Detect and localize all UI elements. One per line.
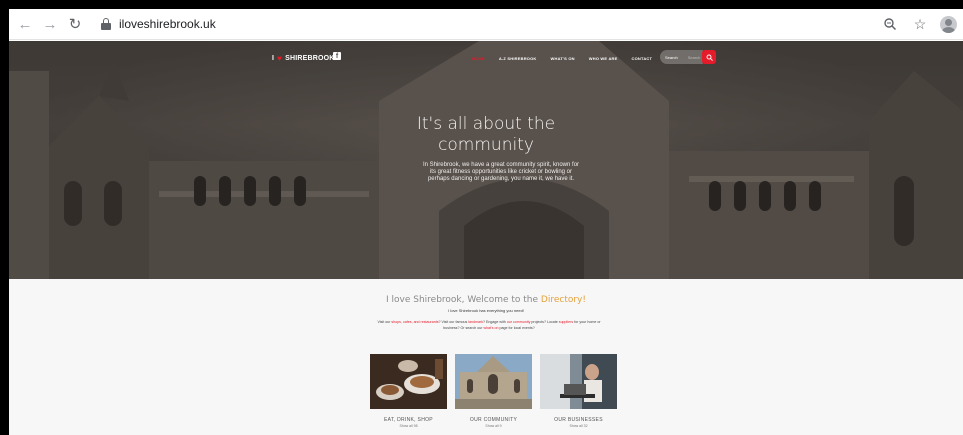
card-show-all-link[interactable]: Show all 32 — [540, 424, 617, 428]
para-text: projects? Locate — [530, 320, 559, 324]
nav-buttons: ← → ↻ — [15, 14, 85, 34]
heading-accent: Directory! — [540, 295, 586, 305]
logo-prefix: I — [272, 55, 275, 62]
para-text: Visit our — [377, 320, 392, 324]
menu-item-a-z-shirebrook[interactable]: A-Z SHIREBROOK — [499, 56, 537, 61]
link-suppliers[interactable]: suppliers — [559, 320, 573, 324]
site-search: Search Search — [660, 50, 716, 64]
address-bar[interactable]: iloveshirebrook.uk — [101, 13, 216, 35]
card-title: EAT, DRINK, SHOP — [384, 417, 433, 423]
link-community[interactable]: our community — [507, 320, 531, 324]
directory-section: I love Shirebrook, Welcome to the Direct… — [9, 279, 963, 435]
directory-paragraph: Visit our shops, cafes, and restaurants?… — [369, 319, 609, 331]
directory-subline: I love Shirebrook has everything you nee… — [448, 308, 524, 313]
para-text: ? Engage with — [483, 320, 507, 324]
search-icon[interactable] — [702, 50, 716, 64]
search-label: Search — [665, 54, 678, 60]
hero-overlay — [9, 41, 963, 279]
hero-title: It's all about the community — [9, 114, 963, 156]
reload-icon[interactable]: ↻ — [65, 14, 85, 34]
arrow-left-icon[interactable]: ← — [15, 14, 35, 34]
menu-item-who-we-are[interactable]: WHO WE ARE — [589, 56, 618, 61]
hero-title-line1: It's all about the — [416, 114, 556, 134]
directory-heading: I love Shirebrook, Welcome to the Direct… — [9, 295, 963, 305]
site-logo[interactable]: I ♥ SHIREBROOK — [272, 54, 335, 63]
url-text[interactable]: iloveshirebrook.uk — [119, 17, 216, 31]
para-text: page for local events? — [498, 326, 535, 330]
card-show-all-link[interactable]: Show all 98 — [370, 424, 447, 428]
avatar-icon[interactable] — [940, 15, 957, 33]
site-navbar: I ♥ SHIREBROOK f HOME A-Z SHIREBROOK WHA… — [9, 49, 963, 69]
link-shops[interactable]: shops, cafes, and restaurants — [391, 320, 438, 324]
card-our-community[interactable]: OUR COMMUNITY Show all 9 — [455, 354, 532, 428]
heart-icon: ♥ — [277, 54, 283, 63]
site-menu: HOME A-Z SHIREBROOK WHAT'S ON WHO WE ARE… — [472, 56, 652, 61]
heading-text: I love Shirebrook, Welcome to the — [385, 295, 541, 305]
screen-frame: ← → ↻ iloveshirebrook.uk ☆ I ♥ SHIREBROO… — [0, 0, 963, 435]
para-text: ? Visit our famous — [438, 320, 469, 324]
business-image — [540, 354, 617, 409]
lock-icon — [101, 18, 111, 30]
search-placeholder: Search — [687, 54, 701, 60]
logo-text: SHIREBROOK — [285, 55, 335, 62]
card-title: OUR COMMUNITY — [469, 417, 518, 423]
hero-title-line2: community — [438, 135, 534, 155]
menu-item-whats-on[interactable]: WHAT'S ON — [551, 56, 575, 61]
card-our-businesses[interactable]: OUR BUSINESSES Show all 32 — [540, 354, 617, 428]
menu-item-contact[interactable]: CONTACT — [632, 56, 653, 61]
zoom-icon[interactable] — [880, 14, 900, 34]
card-show-all-link[interactable]: Show all 9 — [455, 424, 532, 428]
facebook-icon[interactable]: f — [333, 52, 341, 60]
toolbar-actions: ☆ — [880, 14, 957, 34]
category-cards: EAT, DRINK, SHOP Show all 98 OUR COMMUNI… — [370, 354, 617, 428]
arrow-right-icon[interactable]: → — [40, 14, 60, 34]
search-input[interactable]: Search Search — [660, 50, 703, 64]
browser-window: ← → ↻ iloveshirebrook.uk ☆ I ♥ SHIREBROO… — [9, 9, 963, 435]
food-image — [370, 354, 447, 409]
hero-section: I ♥ SHIREBROOK f HOME A-Z SHIREBROOK WHA… — [9, 41, 963, 279]
star-icon[interactable]: ☆ — [910, 14, 930, 34]
hero-description: In Shirebrook, we have a great community… — [422, 162, 580, 182]
card-title: OUR BUSINESSES — [554, 417, 603, 423]
link-landmark[interactable]: landmark — [468, 320, 483, 324]
menu-item-home[interactable]: HOME — [472, 56, 485, 61]
card-eat-drink-shop[interactable]: EAT, DRINK, SHOP Show all 98 — [370, 354, 447, 428]
browser-toolbar: ← → ↻ iloveshirebrook.uk ☆ — [9, 9, 963, 40]
church-image — [455, 354, 532, 409]
link-whats-on[interactable]: what's on — [483, 326, 498, 330]
